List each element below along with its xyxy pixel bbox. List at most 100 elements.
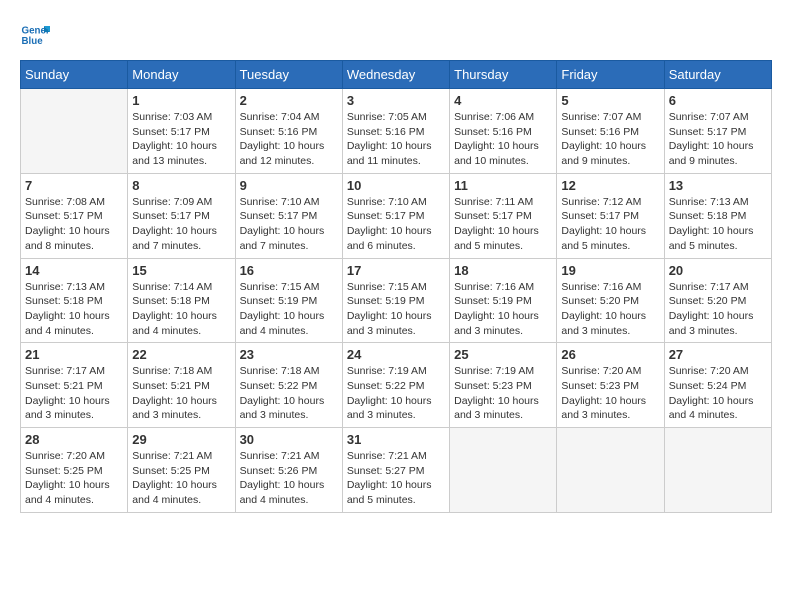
day-number: 4 [454, 93, 552, 108]
day-info: Sunrise: 7:13 AMSunset: 5:18 PMDaylight:… [25, 280, 123, 339]
day-number: 22 [132, 347, 230, 362]
day-info: Sunrise: 7:21 AMSunset: 5:25 PMDaylight:… [132, 449, 230, 508]
logo: General Blue [20, 20, 54, 50]
day-number: 9 [240, 178, 338, 193]
calendar-cell: 11Sunrise: 7:11 AMSunset: 5:17 PMDayligh… [450, 173, 557, 258]
day-number: 6 [669, 93, 767, 108]
calendar-cell: 27Sunrise: 7:20 AMSunset: 5:24 PMDayligh… [664, 343, 771, 428]
day-info: Sunrise: 7:21 AMSunset: 5:27 PMDaylight:… [347, 449, 445, 508]
day-number: 14 [25, 263, 123, 278]
day-info: Sunrise: 7:12 AMSunset: 5:17 PMDaylight:… [561, 195, 659, 254]
calendar-cell: 12 Sunrise: 7:12 AMSunset: 5:17 PMDayligh… [557, 173, 664, 258]
day-number: 16 [240, 263, 338, 278]
calendar-cell: 13 Sunrise: 7:13 AMSunset: 5:18 PMDayligh… [664, 173, 771, 258]
day-number: 26 [561, 347, 659, 362]
header-sunday: Sunday [21, 61, 128, 89]
day-number: 19 [561, 263, 659, 278]
week-row-4: 21 Sunrise: 7:17 AMSunset: 5:21 PMDayligh… [21, 343, 772, 428]
calendar-cell: 18 Sunrise: 7:16 AMSunset: 5:19 PMDayligh… [450, 258, 557, 343]
day-info: Sunrise: 7:18 AMSunset: 5:22 PMDaylight:… [240, 364, 338, 423]
day-number: 29 [132, 432, 230, 447]
calendar-cell [21, 89, 128, 174]
header-friday: Friday [557, 61, 664, 89]
day-number: 30 [240, 432, 338, 447]
day-info: Sunrise: 7:21 AMSunset: 5:26 PMDaylight:… [240, 449, 338, 508]
calendar-header-row: SundayMondayTuesdayWednesdayThursdayFrid… [21, 61, 772, 89]
day-info: Sunrise: 7:14 AMSunset: 5:18 PMDaylight:… [132, 280, 230, 339]
calendar-cell: 26 Sunrise: 7:20 AMSunset: 5:23 PMDayligh… [557, 343, 664, 428]
calendar-cell: 8 Sunrise: 7:09 AMSunset: 5:17 PMDaylight… [128, 173, 235, 258]
svg-text:Blue: Blue [22, 36, 44, 47]
calendar-cell: 21 Sunrise: 7:17 AMSunset: 5:21 PMDayligh… [21, 343, 128, 428]
day-number: 21 [25, 347, 123, 362]
calendar-cell: 31 Sunrise: 7:21 AMSunset: 5:27 PMDayligh… [342, 428, 449, 513]
day-info: Sunrise: 7:06 AMSunset: 5:16 PMDaylight:… [454, 110, 552, 169]
day-number: 20 [669, 263, 767, 278]
day-number: 8 [132, 178, 230, 193]
calendar-cell: 29 Sunrise: 7:21 AMSunset: 5:25 PMDayligh… [128, 428, 235, 513]
header: General Blue [20, 20, 772, 50]
day-info: Sunrise: 7:20 AMSunset: 5:23 PMDaylight:… [561, 364, 659, 423]
day-number: 15 [132, 263, 230, 278]
day-info: Sunrise: 7:08 AMSunset: 5:17 PMDaylight:… [25, 195, 123, 254]
day-number: 7 [25, 178, 123, 193]
day-info: Sunrise: 7:16 AMSunset: 5:19 PMDaylight:… [454, 280, 552, 339]
calendar-cell: 7 Sunrise: 7:08 AMSunset: 5:17 PMDaylight… [21, 173, 128, 258]
calendar-cell: 3 Sunrise: 7:05 AMSunset: 5:16 PMDaylight… [342, 89, 449, 174]
day-number: 28 [25, 432, 123, 447]
day-info: Sunrise: 7:09 AMSunset: 5:17 PMDaylight:… [132, 195, 230, 254]
day-info: Sunrise: 7:17 AMSunset: 5:21 PMDaylight:… [25, 364, 123, 423]
calendar-cell: 24 Sunrise: 7:19 AMSunset: 5:22 PMDayligh… [342, 343, 449, 428]
day-number: 5 [561, 93, 659, 108]
calendar-table: SundayMondayTuesdayWednesdayThursdayFrid… [20, 60, 772, 513]
calendar-cell: 22Sunrise: 7:18 AMSunset: 5:21 PMDayligh… [128, 343, 235, 428]
day-info: Sunrise: 7:10 AMSunset: 5:17 PMDaylight:… [347, 195, 445, 254]
calendar-cell [664, 428, 771, 513]
day-number: 25 [454, 347, 552, 362]
day-number: 17 [347, 263, 445, 278]
calendar-cell: 28 Sunrise: 7:20 AMSunset: 5:25 PMDayligh… [21, 428, 128, 513]
calendar-cell: 23 Sunrise: 7:18 AMSunset: 5:22 PMDayligh… [235, 343, 342, 428]
day-info: Sunrise: 7:16 AMSunset: 5:20 PMDaylight:… [561, 280, 659, 339]
calendar-cell: 15 Sunrise: 7:14 AMSunset: 5:18 PMDayligh… [128, 258, 235, 343]
calendar-cell: 10Sunrise: 7:10 AMSunset: 5:17 PMDayligh… [342, 173, 449, 258]
calendar-cell: 5 Sunrise: 7:07 AMSunset: 5:16 PMDaylight… [557, 89, 664, 174]
calendar-cell: 9Sunrise: 7:10 AMSunset: 5:17 PMDaylight… [235, 173, 342, 258]
day-number: 23 [240, 347, 338, 362]
calendar-cell: 14 Sunrise: 7:13 AMSunset: 5:18 PMDayligh… [21, 258, 128, 343]
calendar-cell: 6 Sunrise: 7:07 AMSunset: 5:17 PMDaylight… [664, 89, 771, 174]
week-row-3: 14 Sunrise: 7:13 AMSunset: 5:18 PMDayligh… [21, 258, 772, 343]
day-info: Sunrise: 7:04 AMSunset: 5:16 PMDaylight:… [240, 110, 338, 169]
day-info: Sunrise: 7:19 AMSunset: 5:23 PMDaylight:… [454, 364, 552, 423]
week-row-5: 28 Sunrise: 7:20 AMSunset: 5:25 PMDayligh… [21, 428, 772, 513]
day-number: 2 [240, 93, 338, 108]
day-number: 12 [561, 178, 659, 193]
header-tuesday: Tuesday [235, 61, 342, 89]
day-info: Sunrise: 7:15 AMSunset: 5:19 PMDaylight:… [240, 280, 338, 339]
day-info: Sunrise: 7:07 AMSunset: 5:16 PMDaylight:… [561, 110, 659, 169]
day-number: 3 [347, 93, 445, 108]
day-number: 31 [347, 432, 445, 447]
day-info: Sunrise: 7:07 AMSunset: 5:17 PMDaylight:… [669, 110, 767, 169]
calendar-cell: 30 Sunrise: 7:21 AMSunset: 5:26 PMDayligh… [235, 428, 342, 513]
day-number: 24 [347, 347, 445, 362]
day-info: Sunrise: 7:13 AMSunset: 5:18 PMDaylight:… [669, 195, 767, 254]
day-number: 27 [669, 347, 767, 362]
calendar-cell [557, 428, 664, 513]
day-number: 18 [454, 263, 552, 278]
header-monday: Monday [128, 61, 235, 89]
day-info: Sunrise: 7:19 AMSunset: 5:22 PMDaylight:… [347, 364, 445, 423]
day-info: Sunrise: 7:11 AMSunset: 5:17 PMDaylight:… [454, 195, 552, 254]
calendar-cell: 4 Sunrise: 7:06 AMSunset: 5:16 PMDaylight… [450, 89, 557, 174]
day-info: Sunrise: 7:03 AMSunset: 5:17 PMDaylight:… [132, 110, 230, 169]
calendar-cell: 2 Sunrise: 7:04 AMSunset: 5:16 PMDaylight… [235, 89, 342, 174]
week-row-1: 1Sunrise: 7:03 AMSunset: 5:17 PMDaylight… [21, 89, 772, 174]
day-number: 13 [669, 178, 767, 193]
calendar-cell: 20Sunrise: 7:17 AMSunset: 5:20 PMDayligh… [664, 258, 771, 343]
logo-icon: General Blue [20, 20, 50, 50]
day-info: Sunrise: 7:05 AMSunset: 5:16 PMDaylight:… [347, 110, 445, 169]
day-info: Sunrise: 7:20 AMSunset: 5:25 PMDaylight:… [25, 449, 123, 508]
calendar-cell: 19 Sunrise: 7:16 AMSunset: 5:20 PMDayligh… [557, 258, 664, 343]
calendar-cell: 1Sunrise: 7:03 AMSunset: 5:17 PMDaylight… [128, 89, 235, 174]
header-saturday: Saturday [664, 61, 771, 89]
